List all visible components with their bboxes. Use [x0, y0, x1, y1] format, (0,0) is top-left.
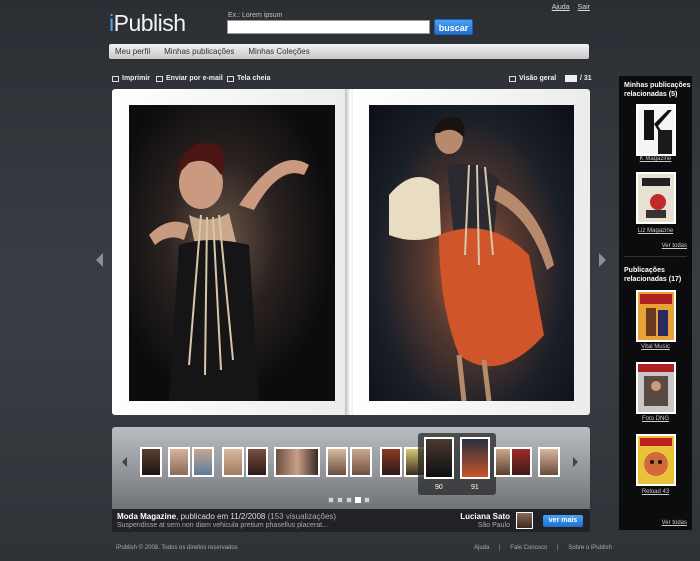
nav-item-my-publications[interactable]: Minhas publicações: [164, 47, 234, 56]
strip-pagination: [328, 497, 373, 503]
top-links: Ajuda Sair: [546, 4, 590, 11]
page-input[interactable]: [565, 75, 577, 82]
thumbs-prev-arrow-icon[interactable]: [122, 457, 127, 467]
footer-about-link[interactable]: Sobre o iPublish: [568, 545, 612, 551]
page-thumb[interactable]: [246, 447, 268, 477]
footer-help-link[interactable]: Ajuda: [474, 545, 489, 551]
search-input[interactable]: [227, 20, 430, 34]
print-label: Imprimir: [122, 75, 151, 82]
publication-caption[interactable]: Foto DNG: [619, 416, 692, 422]
footer-contact-link[interactable]: Fale Conosco: [510, 545, 547, 551]
overview-button[interactable]: Visão geral: [509, 75, 556, 82]
search-hint: Ex.: Lorem ipsum: [228, 12, 283, 19]
right-page[interactable]: [353, 89, 590, 415]
strip-page-dot[interactable]: [328, 497, 334, 503]
page-thumb-selected-right[interactable]: [460, 437, 490, 479]
vital-music-cover-image: [640, 294, 672, 336]
fullscreen-label: Tela cheia: [237, 75, 271, 82]
foto-dng-cover-image: [638, 364, 674, 406]
see-all-link[interactable]: Ver todas: [662, 520, 687, 526]
page-thumb[interactable]: [192, 447, 214, 477]
see-all-link[interactable]: Ver todas: [662, 243, 687, 249]
k-magazine-cover-image: [644, 110, 672, 154]
footer-separator: |: [556, 545, 559, 551]
publication-caption[interactable]: Liz Magazine: [619, 228, 692, 234]
left-page[interactable]: [112, 89, 349, 415]
copyright-text: iPublish © 2008. Todos os direitos reser…: [116, 545, 238, 551]
author-city: São Paulo: [477, 522, 510, 529]
main-nav: Meu perfil Minhas publicações Minhas Col…: [109, 44, 589, 59]
next-page-arrow-icon[interactable]: [599, 253, 606, 267]
email-label: Enviar por e-mail: [166, 75, 223, 82]
publication-caption[interactable]: Reload 43: [619, 489, 692, 495]
printer-icon: [112, 75, 119, 82]
publication-description: Suspendisse at sem non diam vehicula pre…: [117, 522, 328, 529]
logo-text: Publish: [113, 10, 186, 36]
see-more-button[interactable]: ver mais: [543, 515, 583, 527]
page-thumb[interactable]: [350, 447, 372, 477]
envelope-icon: [156, 75, 163, 82]
publication-caption[interactable]: Vital Music: [619, 344, 692, 350]
model-portrait-image: [149, 143, 309, 401]
reader-toolbar: Imprimir Enviar por e-mail Tela cheia Vi…: [112, 75, 592, 86]
email-button[interactable]: Enviar por e-mail: [156, 75, 223, 82]
fullscreen-button[interactable]: Tela cheia: [227, 75, 270, 82]
thumbs-next-arrow-icon[interactable]: [573, 457, 578, 467]
model-dress-image: [389, 117, 554, 402]
nav-item-profile[interactable]: Meu perfil: [115, 47, 150, 56]
page-thumb[interactable]: [274, 447, 320, 477]
page-thumb[interactable]: [510, 447, 532, 477]
overview-label: Visão geral: [519, 75, 557, 82]
prev-page-arrow-icon[interactable]: [96, 253, 103, 267]
publication-cover[interactable]: [636, 172, 676, 224]
page-thumb[interactable]: [222, 447, 244, 477]
my-publications-title: Minhas publicações relacionadas (5): [624, 82, 691, 98]
thumb-page-number: 91: [471, 484, 479, 491]
related-publications-title: Publicações relacionadas (17): [624, 267, 682, 283]
liz-magazine-cover-image: [642, 178, 670, 218]
page-thumb[interactable]: [380, 447, 402, 477]
publication-title-line: Moda Magazine, publicado em 11/2/2008 (1…: [117, 512, 336, 521]
grid-icon: [509, 75, 516, 82]
strip-page-dot[interactable]: [346, 497, 352, 503]
left-page-photo: [129, 105, 335, 401]
page-total: / 31: [580, 75, 592, 82]
publication-cover[interactable]: [636, 104, 676, 156]
publication-cover[interactable]: [636, 434, 676, 486]
page-indicator: / 31: [565, 75, 592, 82]
publication-date: , publicado em 11/2/2008: [176, 512, 266, 521]
strip-page-dot[interactable]: [364, 497, 370, 503]
publication-cover[interactable]: [636, 290, 676, 342]
footer-separator: |: [499, 545, 501, 551]
related-sidebar: Minhas publicações relacionadas (5) K Ma…: [619, 76, 692, 530]
page-thumb[interactable]: [538, 447, 560, 477]
logout-link[interactable]: Sair: [578, 4, 590, 11]
page-thumb[interactable]: [326, 447, 348, 477]
reload-cover-image: [640, 438, 672, 476]
ipublish-logo[interactable]: iPublish: [109, 10, 186, 37]
page-thumb[interactable]: [168, 447, 190, 477]
fullscreen-icon: [227, 75, 234, 82]
publication-caption[interactable]: K Magazine: [619, 156, 692, 162]
publication-title[interactable]: Moda Magazine: [117, 512, 176, 521]
magazine-spread[interactable]: [112, 89, 592, 415]
right-page-photo: [369, 105, 574, 402]
search-button[interactable]: buscar: [434, 19, 473, 35]
thumbnail-strip: 90 91: [112, 427, 590, 509]
author-name[interactable]: Luciana Sato: [460, 512, 510, 521]
strip-page-dot[interactable]: [337, 497, 343, 503]
print-button[interactable]: Imprimir: [112, 75, 150, 82]
nav-item-my-collections[interactable]: Minhas Coleções: [248, 47, 309, 56]
publication-info-bar: Moda Magazine, publicado em 11/2/2008 (1…: [112, 509, 590, 532]
page-thumb-selected-left[interactable]: [424, 437, 454, 479]
avatar[interactable]: [516, 512, 533, 529]
footer-links: Ajuda | Fale Conosco | Sobre o iPublish: [470, 545, 616, 551]
publication-views: (153 visualizações): [267, 512, 337, 521]
strip-page-dot-active[interactable]: [355, 497, 361, 503]
sidebar-divider: [624, 256, 687, 257]
help-link[interactable]: Ajuda: [552, 4, 570, 11]
page-thumb[interactable]: [140, 447, 162, 477]
publication-cover[interactable]: [636, 362, 676, 414]
thumb-page-number: 90: [435, 484, 443, 491]
